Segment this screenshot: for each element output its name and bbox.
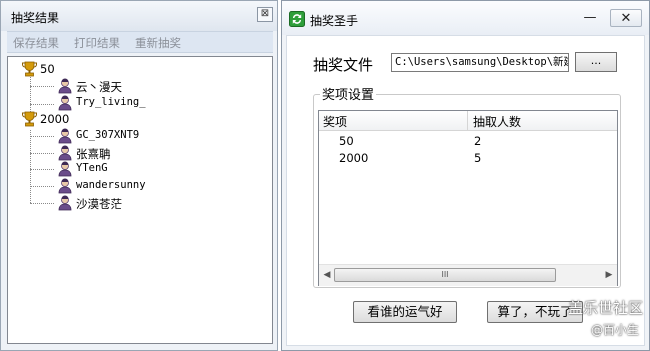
prize-settings-group: 奖项设置 奖项 抽取人数 50 2 2000 5 ◀ III ▶: [313, 84, 621, 288]
tree-prize-label: 50: [40, 62, 55, 76]
tree-connector: [30, 130, 31, 203]
tree-connector: [30, 136, 54, 137]
tree-connector: [30, 203, 54, 204]
menu-save-results[interactable]: 保存结果: [13, 35, 59, 51]
tree-connector: [30, 169, 54, 170]
user-icon: [58, 161, 72, 177]
main-titlebar: 抽奖圣手 — ✕: [282, 1, 649, 35]
user-icon: [58, 95, 72, 111]
column-header-count[interactable]: 抽取人数: [473, 113, 521, 130]
menu-redraw[interactable]: 重新抽奖: [135, 35, 181, 51]
results-menubar: 保存结果 打印结果 重新抽奖: [7, 31, 273, 53]
trophy-icon: [22, 111, 37, 127]
scroll-right-icon[interactable]: ▶: [602, 268, 616, 282]
tree-connector: [30, 104, 54, 105]
minimize-button[interactable]: —: [578, 9, 602, 27]
tree-prize-label: 2000: [40, 112, 70, 126]
draw-button[interactable]: 看谁的运气好: [353, 301, 457, 323]
main-window-title: 抽奖圣手: [310, 14, 359, 28]
file-label: 抽奖文件: [313, 56, 374, 74]
main-window: 抽奖圣手 — ✕ 抽奖文件 C:\Users\samsung\Desktop\新…: [281, 0, 650, 351]
watermark-author: @百小生: [590, 323, 639, 337]
file-path-field[interactable]: C:\Users\samsung\Desktop\新建: [391, 53, 569, 72]
user-icon: [58, 195, 72, 211]
cell-prize: 50: [339, 134, 354, 148]
trophy-icon: [22, 61, 37, 77]
tree-winner-label: wandersunny: [76, 179, 146, 191]
list-row[interactable]: 2000 5: [319, 150, 617, 167]
app-icon: [289, 11, 305, 27]
prize-list[interactable]: 奖项 抽取人数 50 2 2000 5 ◀ III ▶: [318, 110, 618, 286]
tree-winner-label: 张熹聃: [76, 147, 111, 161]
watermark-text: 盖乐世社区: [567, 299, 643, 317]
tree-winner-label: 沙漠苍茫: [76, 197, 122, 211]
column-divider[interactable]: [467, 111, 468, 130]
scroll-thumb[interactable]: III: [334, 268, 556, 282]
tree-connector: [30, 153, 54, 154]
results-titlebar: 抽奖结果 ⊠: [1, 1, 277, 31]
results-window: 抽奖结果 ⊠ 保存结果 打印结果 重新抽奖 50 云丶漫天 Try_living…: [0, 0, 278, 351]
menu-print-results[interactable]: 打印结果: [74, 35, 120, 51]
tree-winner-label: GC_307XNT9: [76, 129, 140, 141]
results-close-button[interactable]: ⊠: [257, 7, 273, 22]
tree-connector: [30, 186, 54, 187]
results-tree[interactable]: 50 云丶漫天 Try_living_ 2000 GC_307XNT9 张熹聃 …: [7, 56, 273, 344]
group-label: 奖项设置: [320, 84, 377, 103]
tree-winner-label: 云丶漫天: [76, 80, 122, 94]
cell-prize: 2000: [339, 151, 369, 165]
user-icon: [58, 78, 72, 94]
browse-button[interactable]: ...: [575, 52, 617, 72]
column-header-prize[interactable]: 奖项: [323, 113, 347, 130]
tree-connector: [30, 86, 54, 87]
cell-count: 5: [474, 151, 482, 165]
horizontal-scrollbar[interactable]: ◀ III ▶: [319, 264, 617, 286]
cell-count: 2: [474, 134, 482, 148]
tree-winner-label: Try_living_: [76, 96, 146, 108]
user-icon: [58, 145, 72, 161]
scroll-left-icon[interactable]: ◀: [320, 268, 334, 282]
list-header: 奖项 抽取人数: [319, 111, 617, 131]
tree-winner-label: YTenG: [76, 162, 108, 174]
close-button[interactable]: ✕: [610, 9, 642, 27]
user-icon: [58, 128, 72, 144]
list-row[interactable]: 50 2: [319, 133, 617, 150]
results-window-title: 抽奖结果: [11, 11, 60, 25]
user-icon: [58, 178, 72, 194]
tree-connector: [30, 77, 31, 114]
